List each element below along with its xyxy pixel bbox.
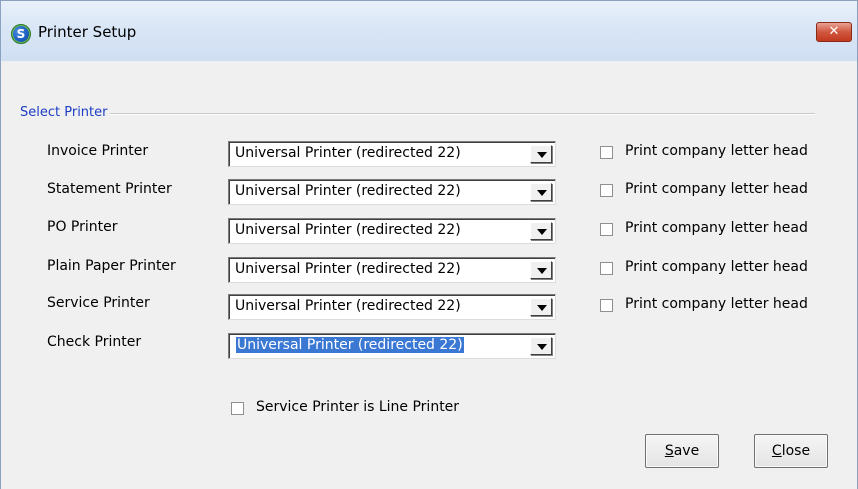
check-printer-value: Universal Printer (redirected 22): [236, 337, 464, 353]
close-mnemonic: C: [771, 443, 782, 459]
invoice-printer-label: Invoice Printer: [47, 143, 149, 159]
line-printer-label: Service Printer is Line Printer: [256, 399, 460, 415]
chevron-down-icon[interactable]: [530, 183, 552, 201]
statement-printer-value: Universal Printer (redirected 22): [235, 183, 461, 199]
line-printer-checkbox[interactable]: [231, 402, 244, 415]
statement-letterhead-label: Print company letter head: [625, 181, 808, 197]
chevron-down-icon[interactable]: [530, 337, 552, 355]
chevron-down-icon[interactable]: [530, 145, 552, 163]
po-printer-label: PO Printer: [47, 219, 118, 235]
group-divider: [21, 113, 815, 115]
statement-letterhead-checkbox[interactable]: [600, 184, 613, 197]
check-printer-select[interactable]: Universal Printer (redirected 22): [228, 333, 556, 359]
po-printer-value: Universal Printer (redirected 22): [235, 222, 461, 238]
save-button[interactable]: Save: [645, 434, 719, 468]
po-letterhead-label: Print company letter head: [625, 220, 808, 236]
save-label-rest: ave: [673, 443, 700, 459]
close-button[interactable]: Close: [754, 434, 828, 468]
window-title: Printer Setup: [38, 23, 137, 41]
plain-paper-printer-label: Plain Paper Printer: [47, 258, 176, 274]
service-printer-label: Service Printer: [47, 295, 150, 311]
close-label-rest: lose: [781, 443, 811, 459]
dialog-body: Select Printer Invoice Printer Universal…: [1, 61, 857, 489]
service-printer-value: Universal Printer (redirected 22): [235, 298, 461, 314]
invoice-printer-select[interactable]: Universal Printer (redirected 22): [228, 141, 556, 167]
service-letterhead-label: Print company letter head: [625, 296, 808, 312]
statement-printer-label: Statement Printer: [47, 181, 172, 197]
po-printer-select[interactable]: Universal Printer (redirected 22): [228, 218, 556, 244]
chevron-down-icon[interactable]: [530, 261, 552, 279]
statement-printer-select[interactable]: Universal Printer (redirected 22): [228, 179, 556, 205]
save-mnemonic: S: [664, 443, 674, 459]
invoice-letterhead-label: Print company letter head: [625, 143, 808, 159]
check-printer-label: Check Printer: [47, 334, 142, 350]
printer-setup-window: S Printer Setup ✕ Select Printer Invoice…: [0, 0, 858, 489]
plain-paper-letterhead-label: Print company letter head: [625, 259, 808, 275]
plain-paper-printer-select[interactable]: Universal Printer (redirected 22): [228, 257, 556, 283]
plain-paper-letterhead-checkbox[interactable]: [600, 262, 613, 275]
plain-paper-printer-value: Universal Printer (redirected 22): [235, 261, 461, 277]
invoice-printer-value: Universal Printer (redirected 22): [235, 145, 461, 161]
close-icon: ✕: [828, 24, 840, 39]
service-letterhead-checkbox[interactable]: [600, 299, 613, 312]
select-printer-group-label: Select Printer: [20, 105, 111, 120]
close-window-button[interactable]: ✕: [816, 22, 852, 42]
invoice-letterhead-checkbox[interactable]: [600, 146, 613, 159]
title-bar[interactable]: S Printer Setup ✕: [1, 1, 857, 61]
service-printer-select[interactable]: Universal Printer (redirected 22): [228, 294, 556, 320]
po-letterhead-checkbox[interactable]: [600, 223, 613, 236]
chevron-down-icon[interactable]: [530, 298, 552, 316]
app-icon: S: [11, 24, 31, 44]
chevron-down-icon[interactable]: [530, 222, 552, 240]
